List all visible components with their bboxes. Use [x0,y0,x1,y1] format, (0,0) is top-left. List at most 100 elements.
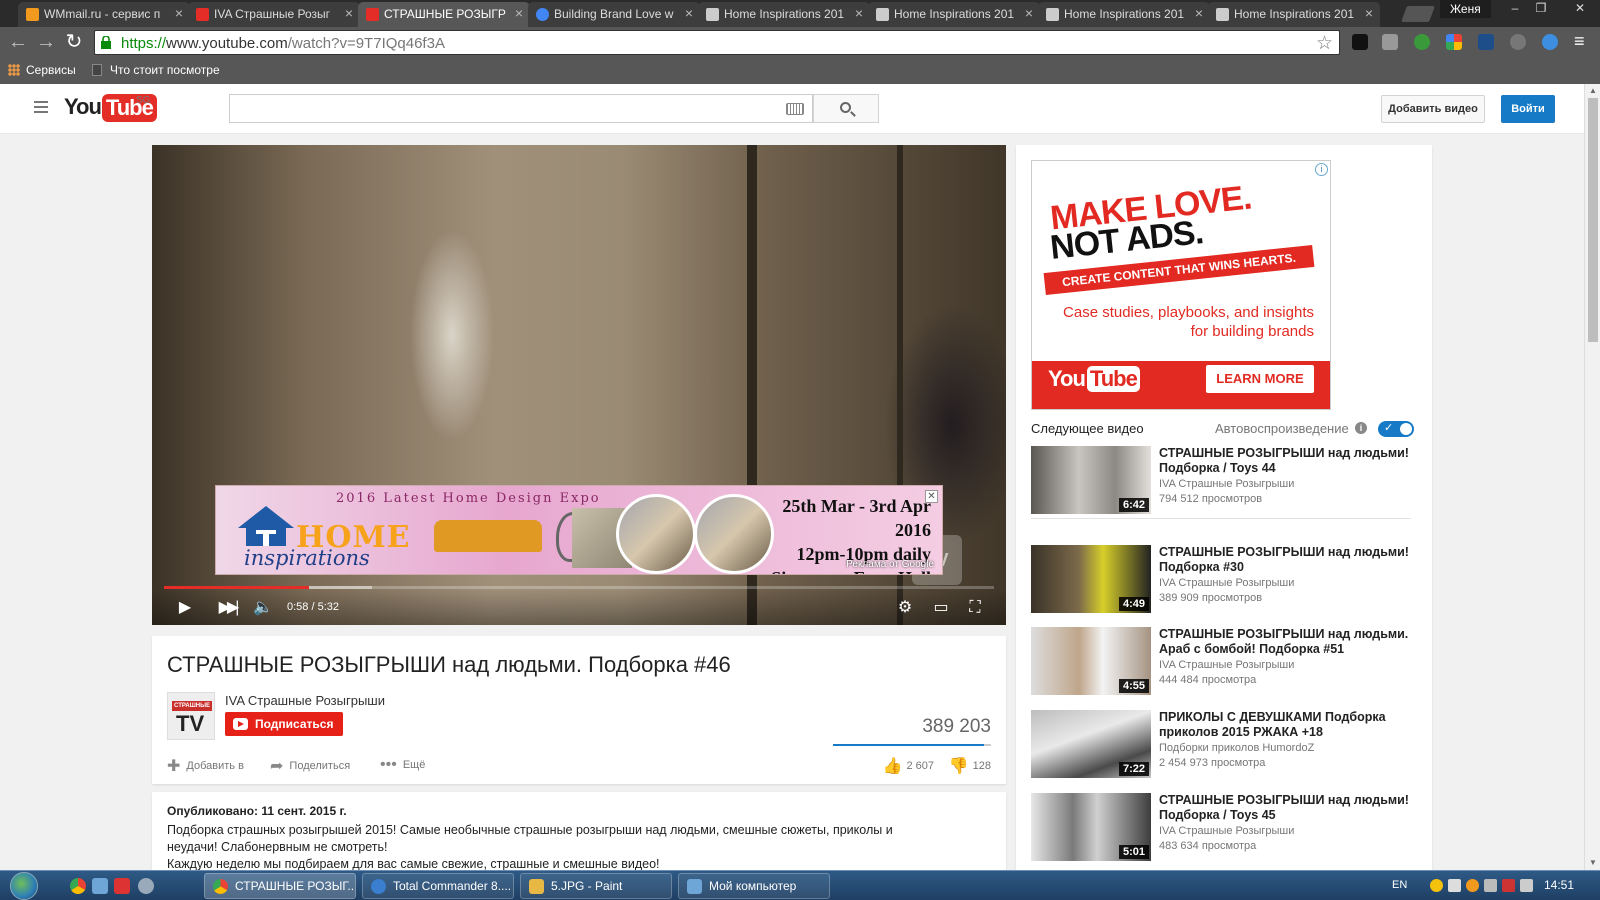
channel-avatar[interactable]: СТРАШНЫЕ TV [167,692,215,740]
recommended-video[interactable]: 4:49 СТРАШНЫЕ РОЗЫГРЫШИ над людьми! Подб… [1031,545,1421,615]
window-close-button[interactable]: ✕ [1562,0,1598,18]
video-thumbnail[interactable]: 4:55 [1031,627,1151,695]
guide-menu-icon[interactable] [34,101,48,113]
tab-close-icon[interactable]: × [175,5,183,21]
learn-more-button[interactable]: LEARN MORE [1206,365,1314,393]
tab-close-icon[interactable]: × [1195,5,1203,21]
recommended-video[interactable]: 5:01 СТРАШНЫЕ РОЗЫГРЫШИ над людьми! Подб… [1031,793,1421,863]
tray-icon[interactable] [1502,879,1515,892]
taskbar-item-my-computer[interactable]: Мой компьютер [678,873,830,899]
fullscreen-icon[interactable]: ⛶ [964,597,986,619]
ad-close-icon[interactable]: ✕ [925,490,938,503]
info-icon[interactable]: i [1355,422,1367,434]
system-clock[interactable]: 14:51 [1544,878,1574,892]
settings-gear-icon[interactable]: ⚙ [894,597,916,619]
video-thumbnail[interactable]: 5:01 [1031,793,1151,861]
forward-arrow-icon[interactable]: → [34,31,58,55]
taskbar-item-paint[interactable]: 5.JPG - Paint [520,873,672,899]
language-indicator[interactable]: EN [1392,879,1407,891]
recommended-video[interactable]: 6:42 СТРАШНЫЕ РОЗЫГРЫШИ над людьми! Подб… [1031,446,1421,516]
tab-close-icon[interactable]: × [515,5,523,21]
play-extension-icon[interactable] [1510,34,1526,50]
browser-tab-6[interactable]: Home Inspirations 201 × [868,2,1040,27]
video-player[interactable]: TV 2016 Latest Home Design Expo HOME ins… [152,145,1006,625]
video-thumbnail[interactable]: 6:42 [1031,446,1151,514]
scroll-thumb[interactable] [1588,98,1598,342]
start-button[interactable] [10,872,38,900]
back-arrow-icon[interactable]: ← [6,31,30,55]
tray-icon[interactable] [1448,879,1461,892]
add-to-button[interactable]: ✚ Добавить в [167,756,244,776]
extension-icon[interactable] [1446,34,1462,50]
upload-button[interactable]: Добавить видео [1381,95,1485,123]
scroll-up-icon[interactable]: ▲ [1588,86,1598,96]
browser-tab-5[interactable]: Home Inspirations 201 × [698,2,870,27]
rec-title[interactable]: СТРАШНЫЕ РОЗЫГРЫШИ над людьми! Подборка … [1159,793,1421,823]
extension-icon[interactable] [1478,34,1494,50]
bookmark-item[interactable]: Что стоит посмотре [92,63,220,77]
app-icon[interactable] [138,878,154,894]
address-bar[interactable]: https://www.youtube.com/watch?v=9T7IQq46… [94,30,1340,55]
new-tab-button[interactable] [1401,6,1435,22]
reload-icon[interactable]: ↻ [62,31,86,55]
like-button[interactable]: 👍 2 607 [883,756,934,776]
tab-close-icon[interactable]: × [345,5,353,21]
sidebar-display-ad[interactable]: MAKE LOVE. NOT ADS. CREATE CONTENT THAT … [1031,160,1331,410]
browser-tab-4[interactable]: Building Brand Love w × [528,2,700,27]
browser-tab-active[interactable]: СТРАШНЫЕ РОЗЫГР × [358,2,530,27]
tray-icon[interactable] [1430,879,1443,892]
taskbar-item-total-commander[interactable]: Total Commander 8.... [362,873,514,899]
browser-tab-2[interactable]: IVA Страшные Розыг × [188,2,360,27]
video-thumbnail[interactable]: 7:22 [1031,710,1151,778]
tab-close-icon[interactable]: × [1365,5,1373,21]
browser-tab-7[interactable]: Home Inspirations 201 × [1038,2,1210,27]
menu-hamburger-icon[interactable]: ≡ [1574,32,1590,50]
next-icon[interactable]: ▶▶| [216,597,240,619]
play-icon[interactable]: ▶ [174,597,196,619]
taskbar-item-chrome[interactable]: СТРАШНЫЕ РОЗЫГ... [204,873,356,899]
tab-close-icon[interactable]: × [1025,5,1033,21]
page-scrollbar[interactable]: ▲ ▼ [1584,84,1600,870]
rec-title[interactable]: СТРАШНЫЕ РОЗЫГРЫШИ над людьми! Подборка … [1159,446,1421,476]
channel-name-link[interactable]: IVA Страшные Розыгрыши [225,693,385,708]
window-minimize-button[interactable]: – [1502,0,1528,18]
adchoices-icon[interactable]: i [1315,163,1328,176]
rec-title[interactable]: СТРАШНЫЕ РОЗЫГРЫШИ над людьми! Подборка … [1159,545,1421,575]
recommended-video[interactable]: 4:55 СТРАШНЫЕ РОЗЫГРЫШИ над людьми. Араб… [1031,627,1421,697]
more-button[interactable]: ••• Ещё [380,756,425,774]
volume-icon[interactable]: 🔈 [252,597,274,619]
browser-tab-1[interactable]: WMmail.ru - сервис п × [18,2,190,27]
tab-close-icon[interactable]: × [685,5,693,21]
rec-title[interactable]: СТРАШНЫЕ РОЗЫГРЫШИ над людьми. Араб с бо… [1159,627,1421,657]
keyboard-icon[interactable] [786,103,804,115]
rec-title[interactable]: ПРИКОЛЫ С ДЕВУШКАМИ Подборка приколов 20… [1159,710,1421,740]
browser-tab-8[interactable]: Home Inspirations 201 × [1208,2,1380,27]
search-button[interactable] [813,94,879,123]
recommended-video[interactable]: 7:22 ПРИКОЛЫ С ДЕВУШКАМИ Подборка прикол… [1031,710,1421,780]
player-overlay-ad[interactable]: 2016 Latest Home Design Expo HOME inspir… [215,485,943,575]
theater-mode-icon[interactable]: ▭ [930,597,952,619]
network-icon[interactable] [1520,879,1533,892]
video-thumbnail[interactable]: 4:49 [1031,545,1151,613]
desktop-icon[interactable] [92,878,108,894]
apps-bookmark[interactable]: Сервисы [8,63,76,77]
bookmark-star-icon[interactable]: ☆ [1316,32,1333,55]
scroll-down-icon[interactable]: ▼ [1588,858,1598,868]
chrome-icon[interactable] [70,878,86,894]
share-button[interactable]: ➦ Поделиться [270,756,350,776]
app-icon[interactable] [114,878,130,894]
window-restore-button[interactable]: ❐ [1528,0,1554,18]
subscribe-button[interactable]: Подписаться [225,712,344,736]
signin-button[interactable]: Войти [1501,95,1555,123]
tray-icon[interactable] [1466,879,1479,892]
browser-user-name[interactable]: Женя [1440,0,1491,18]
speaker-icon[interactable] [1484,879,1497,892]
globe-extension-icon[interactable] [1414,34,1430,50]
extension-icon[interactable] [1352,34,1368,50]
search-input[interactable] [229,94,813,123]
extension-icon[interactable] [1542,34,1558,50]
dislike-button[interactable]: 👎 128 [949,756,991,776]
autoplay-toggle[interactable]: ✓ [1378,421,1414,437]
extension-icon[interactable] [1382,34,1398,50]
tab-close-icon[interactable]: × [855,5,863,21]
